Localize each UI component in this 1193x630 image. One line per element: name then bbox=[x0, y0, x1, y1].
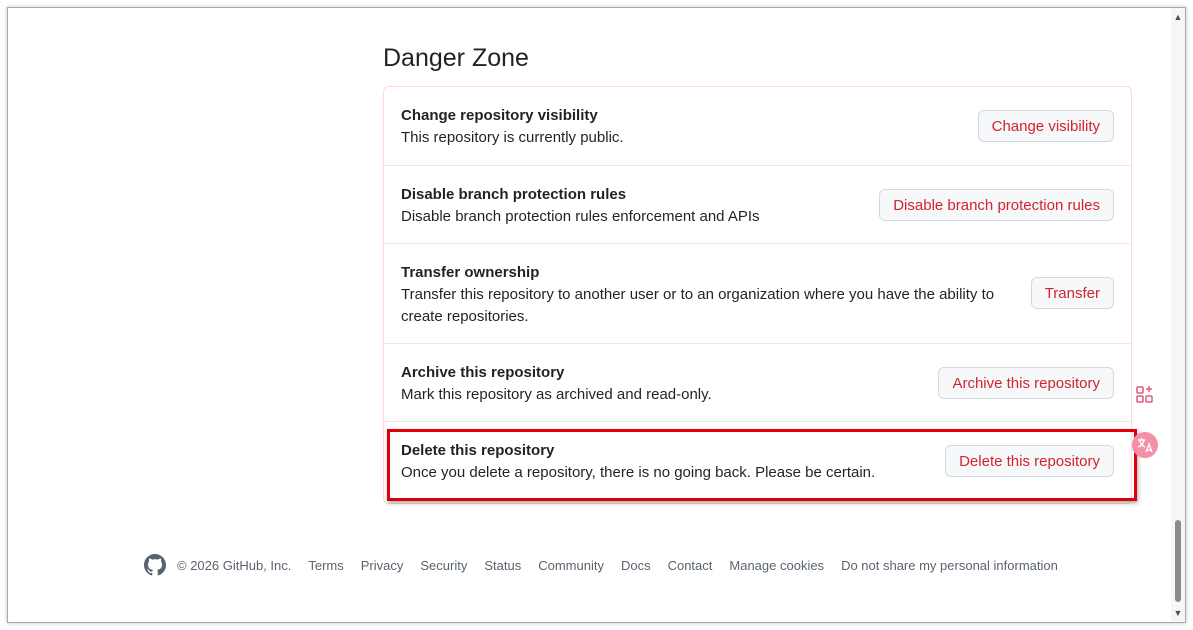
row-title: Transfer ownership bbox=[401, 264, 540, 281]
danger-row-change-visibility: Change repository visibility This reposi… bbox=[384, 87, 1131, 165]
footer-link-status[interactable]: Status bbox=[484, 558, 521, 573]
row-description: This repository is currently public. bbox=[401, 129, 624, 146]
scroll-up-arrow-icon[interactable]: ▲ bbox=[1173, 12, 1183, 22]
danger-row-archive: Archive this repository Mark this reposi… bbox=[384, 343, 1131, 422]
footer-link-privacy[interactable]: Privacy bbox=[361, 558, 404, 573]
translate-icon[interactable] bbox=[1132, 432, 1158, 458]
row-description: Mark this repository as archived and rea… bbox=[401, 386, 712, 403]
row-title: Change repository visibility bbox=[401, 107, 598, 124]
browser-viewport: Danger Zone Change repository visibility… bbox=[7, 7, 1186, 623]
row-title: Disable branch protection rules bbox=[401, 186, 627, 203]
scroll-down-arrow-icon[interactable]: ▼ bbox=[1173, 608, 1183, 618]
danger-row-disable-branch-protection: Disable branch protection rules Disable … bbox=[384, 165, 1131, 244]
footer-link-terms[interactable]: Terms bbox=[308, 558, 343, 573]
footer-link-community[interactable]: Community bbox=[538, 558, 604, 573]
footer-link-manage-cookies[interactable]: Manage cookies bbox=[729, 558, 824, 573]
footer-link-security[interactable]: Security bbox=[420, 558, 467, 573]
archive-repository-button[interactable]: Archive this repository bbox=[938, 367, 1114, 399]
row-description: Transfer this repository to another user… bbox=[401, 286, 995, 325]
disable-branch-protection-button[interactable]: Disable branch protection rules bbox=[879, 189, 1114, 221]
footer-copyright: © 2026 GitHub, Inc. bbox=[177, 557, 292, 573]
danger-zone-heading: Danger Zone bbox=[383, 44, 529, 72]
footer-link-do-not-share[interactable]: Do not share my personal information bbox=[841, 558, 1058, 573]
row-title: Archive this repository bbox=[401, 364, 565, 381]
github-logo-icon[interactable] bbox=[144, 554, 166, 576]
apps-add-icon[interactable] bbox=[1132, 382, 1158, 408]
footer-link-docs[interactable]: Docs bbox=[621, 558, 651, 573]
vertical-scrollbar[interactable]: ▲ ▼ bbox=[1171, 8, 1185, 622]
delete-row-highlight-box bbox=[387, 429, 1137, 501]
footer-link-contact[interactable]: Contact bbox=[668, 558, 713, 573]
change-visibility-button[interactable]: Change visibility bbox=[977, 110, 1114, 142]
danger-row-transfer-ownership: Transfer ownership Transfer this reposit… bbox=[384, 243, 1131, 344]
scrollbar-thumb[interactable] bbox=[1175, 520, 1181, 602]
transfer-button[interactable]: Transfer bbox=[1030, 277, 1114, 309]
page-footer: © 2026 GitHub, Inc. Terms Privacy Securi… bbox=[144, 553, 1075, 577]
